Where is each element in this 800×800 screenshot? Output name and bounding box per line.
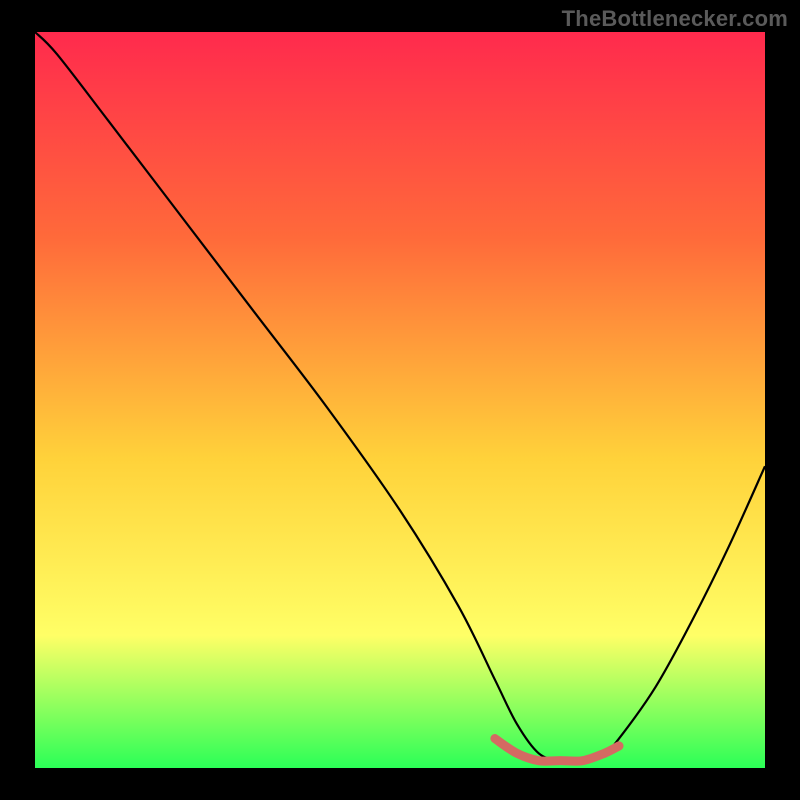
chart-frame: { "watermark": "TheBottlenecker.com", "c… — [0, 0, 800, 800]
bottleneck-chart — [0, 0, 800, 800]
gradient-plot-area — [35, 32, 765, 768]
